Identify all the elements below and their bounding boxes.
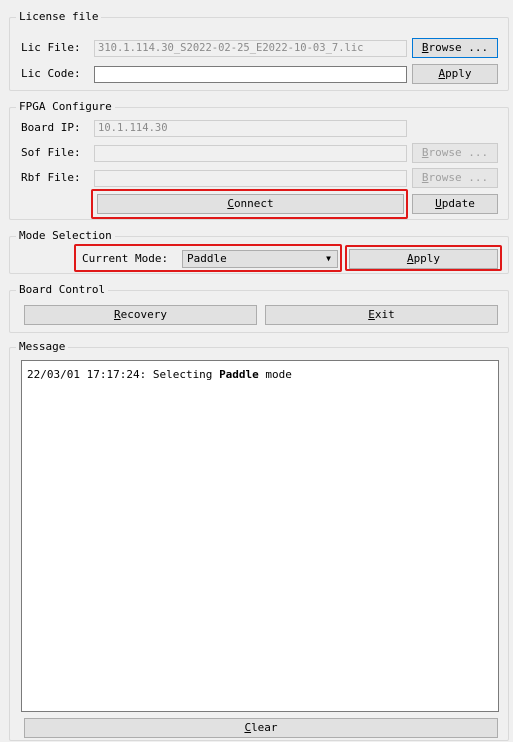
message-log[interactable]: 22/03/01 17:17:24: Selecting Paddle mode bbox=[21, 360, 499, 712]
rbf-browse-button[interactable]: Browse ... bbox=[412, 168, 498, 188]
license-apply-label: Apply bbox=[438, 67, 472, 80]
mode-selection-title: Mode Selection bbox=[16, 229, 115, 243]
sof-file-label: Sof File: bbox=[21, 146, 81, 159]
update-button[interactable]: Update bbox=[412, 194, 498, 214]
clear-label: Clear bbox=[244, 721, 278, 734]
mode-apply-button[interactable]: Apply bbox=[349, 249, 498, 269]
board-ip-label: Board IP: bbox=[21, 121, 81, 134]
rbf-file-label: Rbf File: bbox=[21, 171, 81, 184]
rbf-file-field[interactable] bbox=[94, 170, 407, 187]
license-browse-label: Browse ... bbox=[421, 41, 489, 54]
current-mode-value: Paddle bbox=[187, 252, 227, 265]
license-browse-button[interactable]: Browse ... bbox=[412, 38, 498, 58]
current-mode-dropdown[interactable]: Paddle ▼ bbox=[182, 250, 338, 268]
board-control-title: Board Control bbox=[16, 283, 109, 297]
mode-apply-label: Apply bbox=[406, 252, 441, 265]
update-label: Update bbox=[435, 197, 475, 210]
license-file-title: License file bbox=[16, 10, 102, 24]
license-apply-button[interactable]: Apply bbox=[412, 64, 498, 84]
sof-browse-label: Browse ... bbox=[421, 146, 489, 159]
fpga-configure-title: FPGA Configure bbox=[16, 100, 115, 114]
lic-file-label: Lic File: bbox=[21, 41, 81, 54]
clear-button[interactable]: Clear bbox=[24, 718, 498, 738]
connect-button[interactable]: Connect bbox=[97, 194, 404, 214]
lic-code-input[interactable] bbox=[94, 66, 407, 83]
log-line-prefix: 22/03/01 17:17:24: Selecting bbox=[27, 368, 220, 381]
chevron-down-icon: ▼ bbox=[326, 254, 331, 263]
recovery-button[interactable]: Recovery bbox=[24, 305, 257, 325]
log-line-suffix: mode bbox=[258, 368, 292, 381]
exit-button[interactable]: Exit bbox=[265, 305, 498, 325]
rbf-browse-label: Browse ... bbox=[421, 171, 489, 184]
log-line-mode: Paddle bbox=[219, 368, 259, 381]
lic-code-label: Lic Code: bbox=[21, 67, 81, 80]
board-ip-field[interactable]: 10.1.114.30 bbox=[94, 120, 407, 137]
connect-label: Connect bbox=[227, 197, 274, 210]
recovery-label: Recovery bbox=[114, 308, 167, 321]
sof-file-field[interactable] bbox=[94, 145, 407, 162]
sof-browse-button[interactable]: Browse ... bbox=[412, 143, 498, 163]
exit-label: Exit bbox=[368, 308, 395, 321]
lic-file-field[interactable]: 310.1.114.30_S2022-02-25_E2022-10-03_7.l… bbox=[94, 40, 407, 57]
current-mode-label: Current Mode: bbox=[82, 252, 169, 265]
message-title: Message bbox=[16, 340, 69, 354]
